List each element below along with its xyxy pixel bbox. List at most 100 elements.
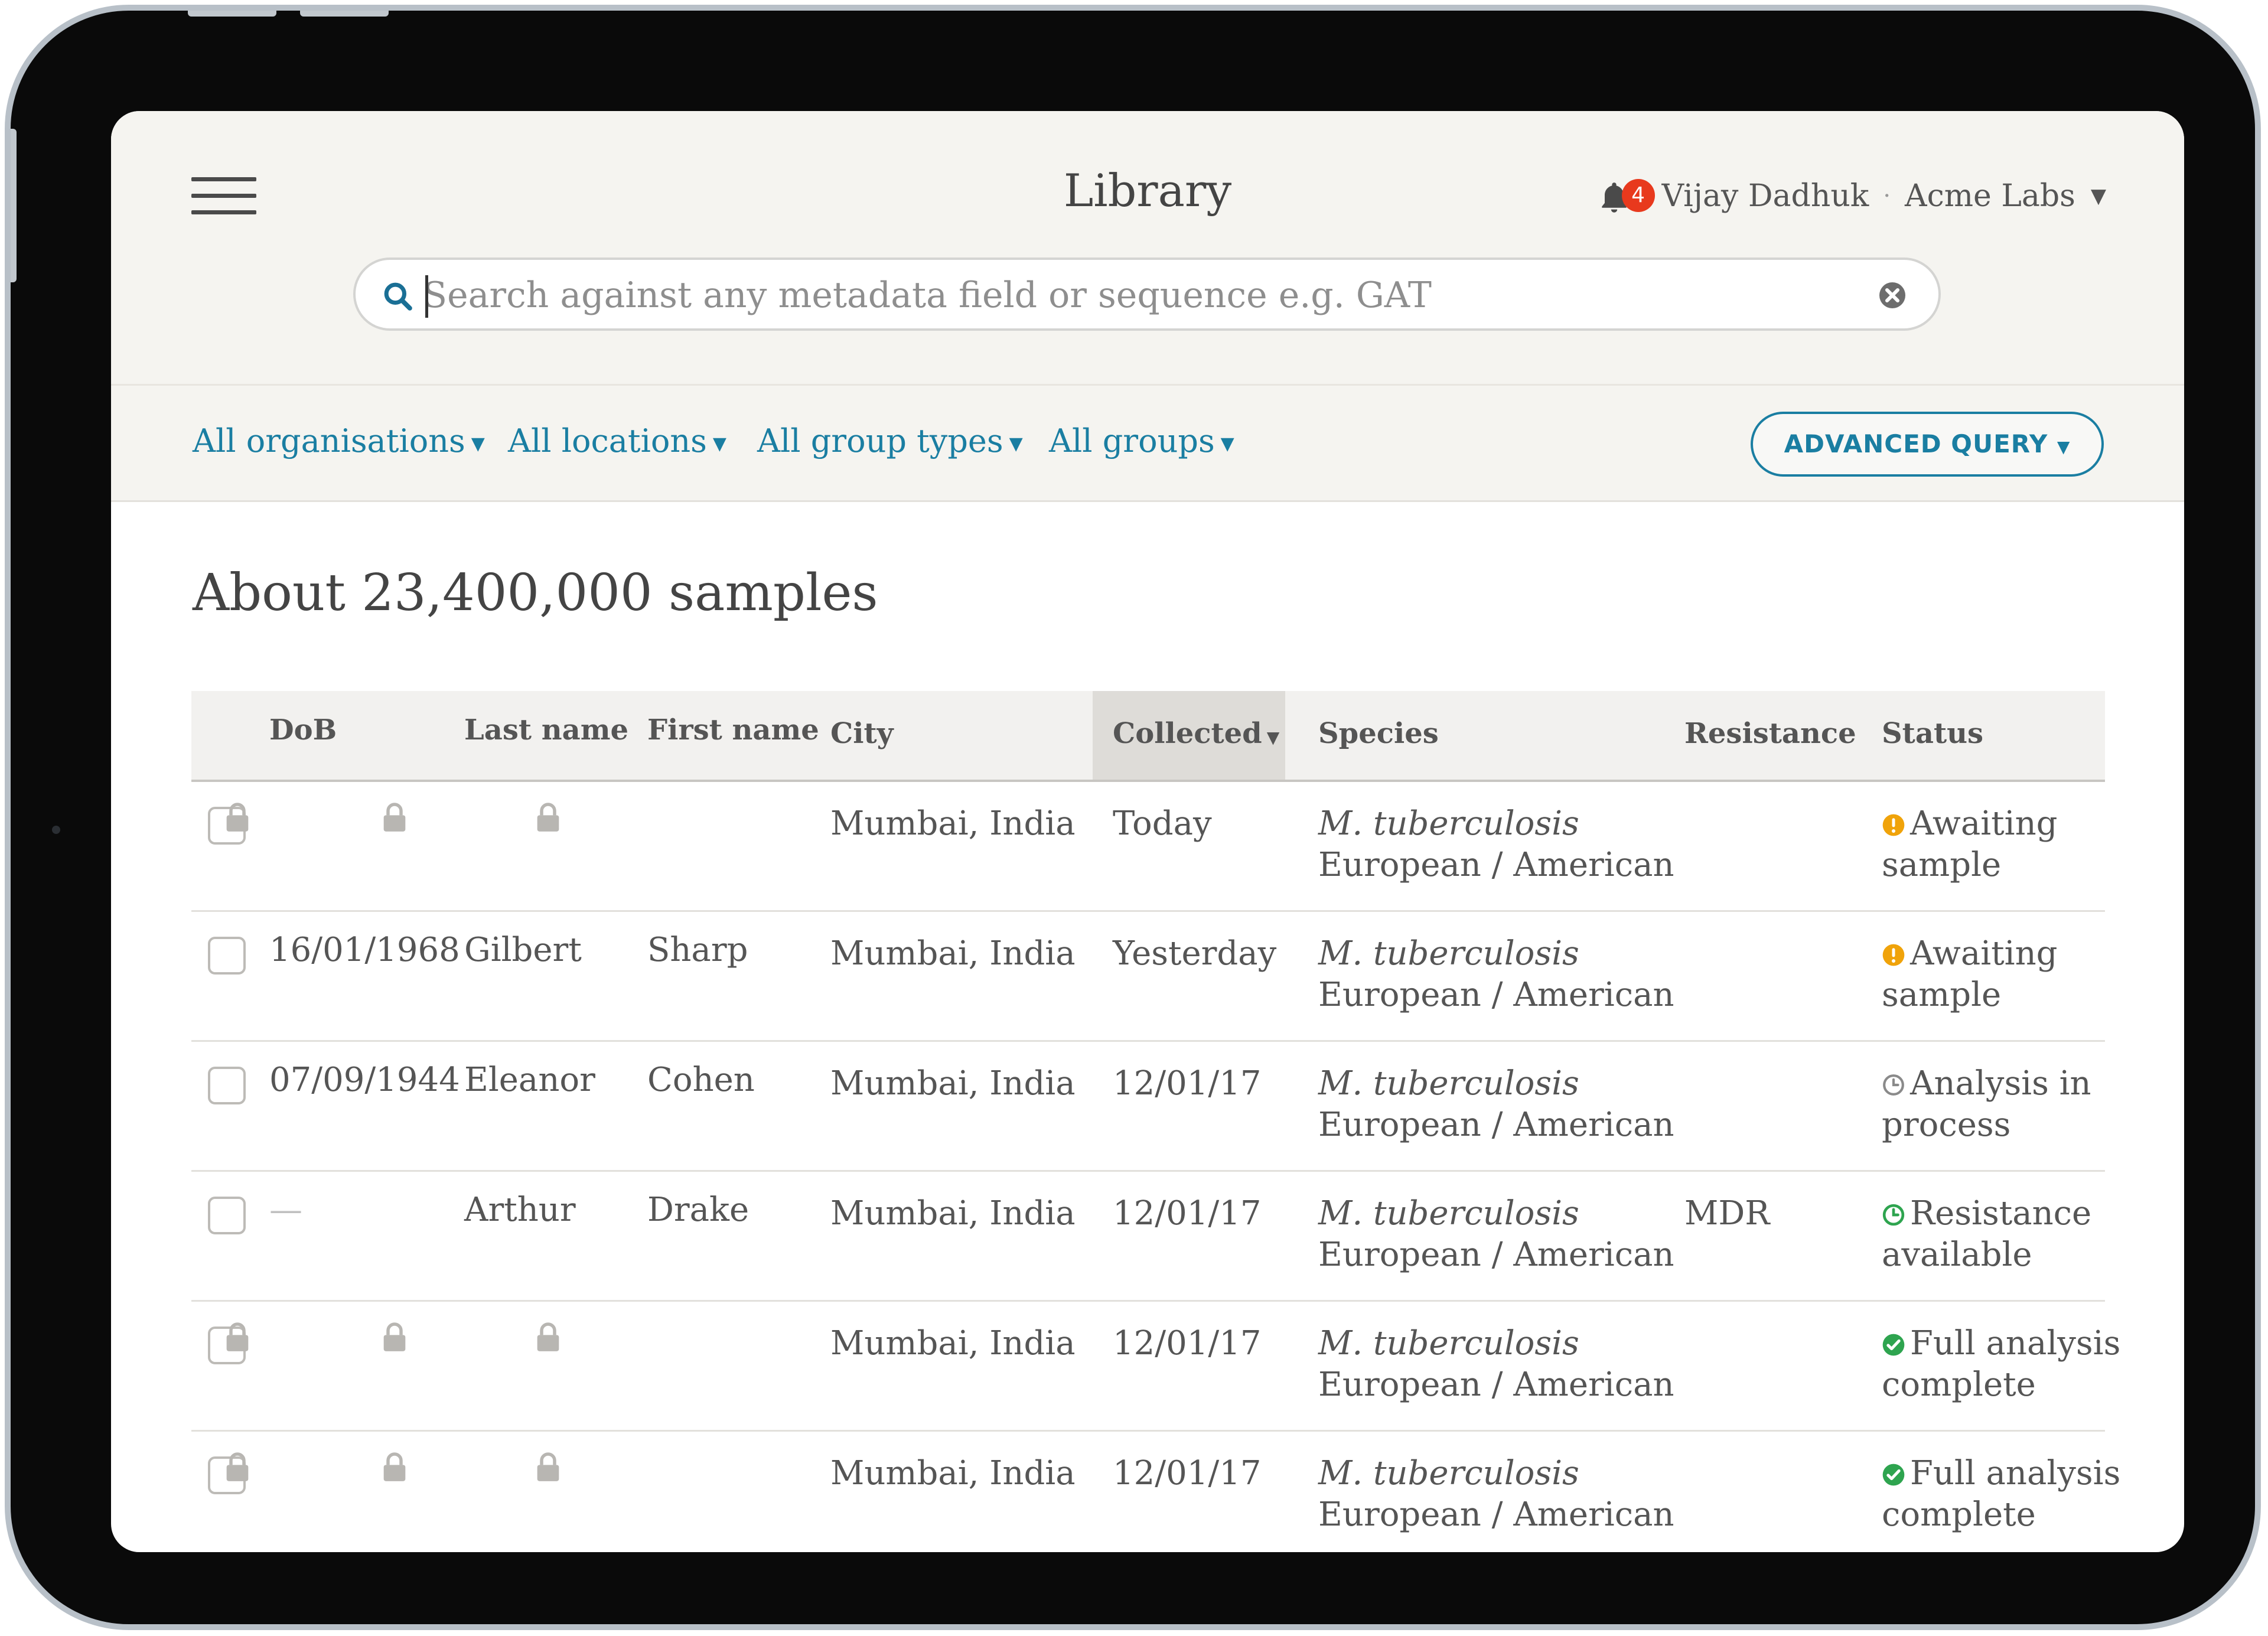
device-button [300, 11, 389, 17]
column-status[interactable]: Status [1882, 717, 1983, 750]
cell-species: M. tuberculosis European / American [1318, 803, 1674, 886]
lock-icon [535, 1452, 561, 1482]
cell-collected: 12/01/17 [1113, 1324, 1262, 1363]
cell-species: M. tuberculosis European / American [1318, 1323, 1674, 1406]
species-lineage: European / American [1318, 846, 1674, 884]
status-text: Full analysis [1910, 1454, 2121, 1492]
status-text: sample [1882, 976, 2002, 1014]
table-row[interactable]: 07/09/1944 Eleanor Cohen Mumbai, India 12/01… [191, 1042, 2105, 1172]
lock-icon [224, 802, 250, 833]
table-row[interactable]: Mumbai, India 12/01/17 M. tuberculosis Euro… [191, 1302, 2120, 1432]
device-side-button [11, 129, 17, 282]
column-resistance[interactable]: Resistance [1684, 717, 1856, 750]
search-icon [384, 282, 412, 311]
species-lineage: European / American [1318, 1365, 1674, 1404]
table-row[interactable]: — Arthur Drake Mumbai, India 12/01/17 M. tube… [191, 1172, 2105, 1302]
check-circle-icon [1882, 1325, 1905, 1356]
clear-icon[interactable] [1878, 281, 1907, 309]
cell-status: Awaiting sample [1882, 803, 2057, 886]
status-text: complete [1882, 1365, 2036, 1404]
cell-collected: 12/01/17 [1113, 1194, 1262, 1233]
filter-locations[interactable]: All locations ▼ [508, 422, 726, 459]
cell-species: M. tuberculosis European / American [1318, 1193, 1674, 1276]
notifications-button[interactable]: 4 [1596, 175, 1655, 217]
filter-organisations[interactable]: All organisations ▼ [193, 422, 485, 459]
species-name: M. tuberculosis [1318, 1194, 1579, 1233]
row-checkbox[interactable] [208, 1067, 246, 1104]
species-lineage: European / American [1318, 1495, 1674, 1534]
chevron-down-icon: ▼ [1220, 433, 1234, 454]
search-bar [353, 258, 1941, 331]
species-lineage: European / American [1318, 1236, 1674, 1274]
camera [52, 826, 60, 834]
filter-bar: All organisations ▼ All locations ▼ All gr… [111, 384, 2184, 502]
cell-species: M. tuberculosis European / American [1318, 933, 1674, 1016]
user-name[interactable]: Vijay Dadhuk [1662, 178, 1869, 214]
cell-city: Mumbai, India [830, 1064, 1076, 1103]
cell-status: Analysis in process [1882, 1063, 2091, 1146]
cell-last-name: Arthur [464, 1191, 576, 1229]
cell-collected: 12/01/17 [1113, 1454, 1262, 1492]
column-species[interactable]: Species [1318, 717, 1439, 750]
lock-icon [382, 1452, 408, 1482]
status-text: available [1882, 1236, 2032, 1274]
column-city[interactable]: City [830, 717, 894, 750]
check-circle-icon [1882, 1455, 1905, 1486]
cell-city: Mumbai, India [830, 934, 1076, 973]
clock-icon [1882, 1195, 1905, 1226]
chevron-down-icon: ▼ [2057, 437, 2071, 457]
text-cursor [425, 275, 428, 318]
cell-city: Mumbai, India [830, 804, 1076, 843]
cell-city: Mumbai, India [830, 1194, 1076, 1233]
cell-dob: 07/09/1944 [269, 1061, 460, 1099]
app-screen: Library 4 Vijay Dadhuk · Acme Labs ▼ Sea… [111, 111, 2184, 1552]
separator: · [1883, 182, 1891, 210]
cell-first-name: Drake [647, 1191, 750, 1229]
column-collected-label: Collected [1113, 717, 1262, 750]
species-name: M. tuberculosis [1318, 1454, 1579, 1492]
filter-label: All groups [1049, 422, 1215, 459]
filter-groups[interactable]: All groups ▼ [1049, 422, 1234, 459]
search-input[interactable] [423, 271, 1840, 320]
row-checkbox[interactable] [208, 937, 246, 975]
device-button [188, 11, 276, 17]
species-lineage: European / American [1318, 976, 1674, 1014]
row-checkbox[interactable] [208, 1197, 246, 1234]
organisation-name[interactable]: Acme Labs [1905, 178, 2075, 214]
samples-table: DoB Last name First name City Collected ▼… [191, 691, 2120, 1552]
cell-resistance: MDR [1684, 1194, 1770, 1233]
cell-collected: Yesterday [1113, 934, 1277, 973]
cell-first-name: Sharp [647, 931, 748, 969]
lock-icon [535, 802, 561, 833]
clock-icon [1882, 1065, 1905, 1096]
cell-status: Full analysis complete [1882, 1323, 2120, 1406]
status-text: Resistance [1910, 1194, 2092, 1233]
advanced-query-button[interactable]: ADVANCED QUERY ▼ [1751, 412, 2104, 477]
cell-first-name: Cohen [647, 1061, 755, 1099]
table-body: Mumbai, India Today M. tuberculosis Europea… [191, 782, 2120, 1552]
chevron-down-icon: ▼ [471, 433, 485, 454]
cell-city: Mumbai, India [830, 1324, 1076, 1363]
cell-collected: Today [1113, 804, 1212, 843]
app-header: Library 4 Vijay Dadhuk · Acme Labs ▼ [111, 111, 2184, 384]
filter-label: All organisations [193, 422, 465, 459]
lock-icon [535, 1322, 561, 1353]
chevron-down-icon[interactable]: ▼ [2091, 184, 2106, 208]
table-row[interactable]: 16/01/1968 Gilbert Sharp Mumbai, India Yeste… [191, 912, 2105, 1042]
table-row[interactable]: Mumbai, India Today M. tuberculosis Europea… [191, 782, 2105, 912]
chevron-down-icon: ▼ [712, 433, 726, 454]
species-name: M. tuberculosis [1318, 804, 1579, 843]
status-text: complete [1882, 1495, 2036, 1534]
lock-icon [382, 1322, 408, 1353]
table-row[interactable]: Mumbai, India 12/01/17 M. tuberculosis Euro… [191, 1432, 2120, 1552]
filter-label: All locations [508, 422, 707, 459]
cell-status: Resistance available [1882, 1193, 2091, 1276]
column-collected[interactable]: Collected ▼ [1113, 717, 1279, 750]
filter-group-types[interactable]: All group types ▼ [757, 422, 1023, 459]
column-dob[interactable]: DoB [269, 713, 337, 747]
species-name: M. tuberculosis [1318, 1064, 1579, 1103]
column-last-name[interactable]: Last name [464, 713, 628, 747]
species-name: M. tuberculosis [1318, 1324, 1579, 1363]
column-first-name[interactable]: First name [647, 713, 819, 747]
table-header: DoB Last name First name City Collected ▼… [191, 691, 2105, 782]
